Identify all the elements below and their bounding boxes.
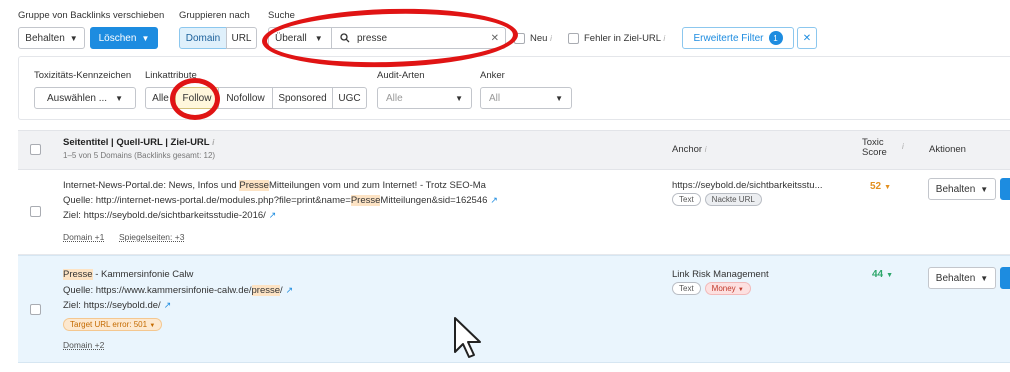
info-icon: i: [550, 34, 552, 43]
group-url-button[interactable]: URL: [226, 27, 257, 49]
link-type-ugc[interactable]: UGC: [332, 87, 367, 109]
chevron-down-icon: ▼: [555, 93, 563, 103]
select-all-checkbox[interactable]: [30, 144, 41, 155]
external-link-icon: ↗: [163, 300, 172, 310]
row-checkbox[interactable]: [30, 304, 41, 315]
group-domain-button[interactable]: Domain: [179, 27, 227, 49]
advanced-filter-label: Erweiterte Filter: [693, 32, 764, 44]
row-page-title[interactable]: Internet-News-Portal.de: News, Infos und…: [63, 180, 486, 191]
anchor-select-value: All: [489, 92, 501, 104]
row-checkbox[interactable]: [30, 206, 41, 217]
column-header-subtitle: 1–5 von 5 Domains (Backlinks gesamt: 12): [63, 151, 216, 160]
info-icon: i: [704, 145, 707, 154]
row-action-label: Behalten: [935, 183, 976, 195]
external-link-icon: ↗: [490, 195, 498, 205]
toxic-score-badge[interactable]: 44 ▼: [872, 269, 893, 280]
advanced-filter-button[interactable]: Erweiterte Filter 1: [682, 27, 794, 49]
chevron-down-icon: ▼: [115, 93, 123, 103]
anchor-select[interactable]: All ▼: [480, 87, 572, 109]
row-domain-more[interactable]: Domain +2: [63, 340, 104, 350]
column-header-toxic-score[interactable]: Toxic Score: [862, 138, 887, 158]
anchor-label: Anker: [480, 70, 505, 81]
row-anchor-tags: Text Nackte URL: [672, 193, 766, 206]
advanced-filter-close-button[interactable]: ✕: [797, 27, 817, 49]
delete-dropdown-button[interactable]: Löschen ▼: [90, 27, 158, 49]
tag-text: Text: [672, 193, 701, 206]
toxicity-label: Toxizitäts-Kennzeichen: [34, 70, 132, 81]
keep-dropdown-button[interactable]: Behalten ▼: [18, 27, 85, 49]
chevron-down-icon: ▼: [980, 273, 989, 283]
target-error-checkbox[interactable]: [568, 33, 579, 44]
row-apply-button[interactable]: [1000, 178, 1010, 200]
info-icon: i: [212, 138, 215, 147]
keep-button-label: Behalten: [25, 32, 65, 44]
audit-type-label: Audit-Arten: [377, 70, 425, 81]
tag-money[interactable]: Money ▼: [704, 282, 751, 295]
advanced-filter-count-badge: 1: [768, 31, 783, 45]
row-anchor-text: Link Risk Management: [672, 269, 769, 280]
row-action-label: Behalten: [935, 272, 976, 284]
tag-text: Text: [672, 282, 701, 295]
target-error-label: Fehler in Ziel-URL i: [584, 33, 666, 44]
row-target-url[interactable]: Ziel: https://seybold.de/sichtbarkeitsst…: [63, 210, 276, 221]
new-label: Neu i: [530, 33, 552, 44]
row-mirror-pages[interactable]: Spiegelseiten: +3: [119, 232, 184, 242]
groupby-label: Gruppieren nach: [179, 10, 250, 21]
search-label: Suche: [268, 10, 295, 21]
row-domain-more[interactable]: Domain +1: [63, 232, 104, 242]
link-type-sponsored[interactable]: Sponsored: [272, 87, 333, 109]
external-link-icon: ↗: [285, 285, 294, 295]
column-header-actions: Aktionen: [929, 144, 966, 155]
row-action-select[interactable]: Behalten ▼: [928, 267, 996, 289]
toxicity-select-value: Auswählen ...: [47, 92, 108, 104]
audit-type-select[interactable]: Alle ▼: [377, 87, 472, 109]
toxicity-select[interactable]: Auswählen ... ▼: [34, 87, 136, 109]
row-anchor-tags: Text Money ▼: [672, 282, 755, 295]
row-anchor-text: https://seybold.de/sichtbarkeitsstu...: [672, 180, 823, 191]
mouse-cursor-icon: [454, 317, 481, 358]
row-action-select[interactable]: Behalten ▼: [928, 178, 996, 200]
info-icon: i: [663, 34, 666, 43]
column-header-anchor[interactable]: Anchor i: [672, 144, 707, 155]
delete-button-label: Löschen: [98, 32, 137, 44]
row-apply-button[interactable]: [1000, 267, 1010, 289]
annotation-ring-follow: [170, 78, 220, 120]
external-link-icon: ↗: [268, 210, 277, 220]
tag-naked-url: Nackte URL: [704, 193, 762, 206]
row-source-url[interactable]: Quelle: http://internet-news-portal.de/m…: [63, 195, 498, 206]
audit-type-value: Alle: [386, 92, 403, 104]
group-move-label: Gruppe von Backlinks verschieben: [18, 10, 165, 21]
row-source-url[interactable]: Quelle: https://www.kammersinfonie-calw.…: [63, 285, 293, 296]
row-page-title[interactable]: Presse - Kammersinfonie Calw: [63, 269, 193, 280]
column-header-title[interactable]: Seitentitel | Quell-URL | Ziel-URL i: [63, 137, 214, 148]
chevron-down-icon: ▼: [980, 184, 989, 194]
info-icon: i: [902, 142, 904, 151]
target-url-error-badge[interactable]: Target URL error: 501 ▼: [63, 318, 166, 331]
chevron-down-icon: ▼: [141, 33, 150, 43]
link-type-nofollow[interactable]: Nofollow: [218, 87, 273, 109]
chevron-down-icon: ▼: [455, 93, 463, 103]
chevron-down-icon: ▼: [69, 33, 78, 43]
row-target-url[interactable]: Ziel: https://seybold.de/↗: [63, 300, 171, 311]
toxic-score-badge[interactable]: 52 ▼: [870, 181, 891, 192]
